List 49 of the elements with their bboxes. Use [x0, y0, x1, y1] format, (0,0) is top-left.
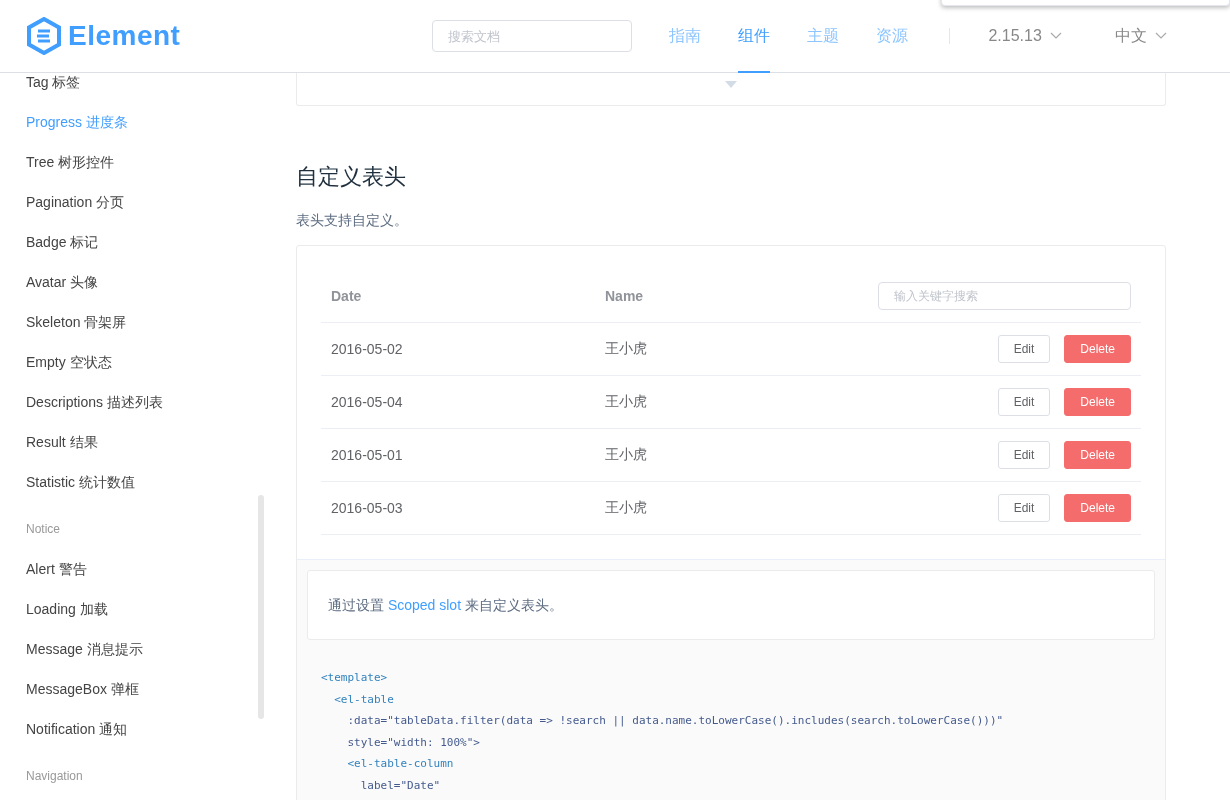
scrollbar-thumb[interactable]: [258, 495, 264, 719]
name-cell-text: 王小虎: [605, 499, 648, 517]
edit-button[interactable]: Edit: [997, 388, 1051, 416]
sidebar-item[interactable]: Message 消息提示: [26, 629, 143, 669]
edit-button[interactable]: Edit: [997, 335, 1051, 363]
sidebar-item[interactable]: Tree 树形控件: [26, 142, 115, 182]
code-line: <template>: [321, 670, 388, 686]
name-cell-text: 王小虎: [605, 393, 648, 411]
section-description: 表头支持自定义。: [296, 211, 409, 230]
sidebar-item[interactable]: MessageBox 弹框: [26, 669, 139, 709]
code-line: <el-table-column: [346, 756, 454, 773]
column-header: Name: [605, 287, 645, 304]
version-selector[interactable]: 2.15.13: [988, 27, 1042, 45]
sidebar-group-title: Navigation: [26, 768, 84, 785]
edit-button[interactable]: Edit: [997, 494, 1051, 522]
chevron-down-icon: [1049, 32, 1062, 40]
sidebar-item[interactable]: Skeleton 骨架屏: [26, 302, 127, 342]
language-selector[interactable]: 中文: [1114, 25, 1147, 47]
sidebar-item[interactable]: Descriptions 描述列表: [26, 382, 163, 422]
sidebar-group-title: Notice: [26, 521, 61, 538]
sidebar-item[interactable]: Loading 加载: [26, 589, 108, 629]
hexagon-logo-icon: [26, 17, 62, 55]
column-header: Date: [331, 287, 363, 304]
sidebar-item[interactable]: Notification 通知: [26, 709, 128, 749]
search-field[interactable]: 输入关键字搜索: [878, 281, 1131, 310]
caret-down-icon[interactable]: [725, 81, 737, 88]
section-title: 自定义表头: [296, 163, 407, 191]
edit-button[interactable]: Edit: [997, 441, 1051, 469]
search-field[interactable]: 搜索文档: [432, 20, 633, 52]
sidebar-item[interactable]: Pagination 分页: [26, 182, 125, 222]
description-text: 通过设置 Scoped slot 来自定义表头。: [328, 596, 564, 615]
date-cell-text: 2016-05-02: [331, 341, 404, 357]
sidebar-item[interactable]: Tag 标签: [26, 73, 81, 102]
code-line: style="width: 100%">: [346, 734, 480, 751]
name-cell-text: 王小虎: [605, 446, 648, 464]
sidebar-item[interactable]: Badge 标记: [26, 222, 99, 262]
date-cell-text: 2016-05-04: [331, 394, 404, 410]
date-cell-text: 2016-05-01: [331, 447, 404, 463]
chevron-down-icon: [1154, 32, 1167, 40]
code-line: <el-table: [333, 691, 394, 708]
sidebar-item[interactable]: Alert 警告: [26, 549, 87, 589]
sidebar-item[interactable]: Statistic 统计数值: [26, 462, 135, 502]
name-cell-text: 王小虎: [605, 340, 648, 358]
code-line: :data="tableData.filter(data => !search || data.name.toLowerCase().includes(search.toLowerCase()))": [346, 713, 1004, 730]
sidebar-item[interactable]: Result 结果: [26, 422, 98, 462]
date-cell-text: 2016-05-03: [331, 500, 404, 516]
sidebar-item[interactable]: Empty 空状态: [26, 342, 112, 382]
sidebar-item[interactable]: Avatar 头像: [26, 262, 99, 302]
code-line: label="Date": [359, 777, 441, 794]
